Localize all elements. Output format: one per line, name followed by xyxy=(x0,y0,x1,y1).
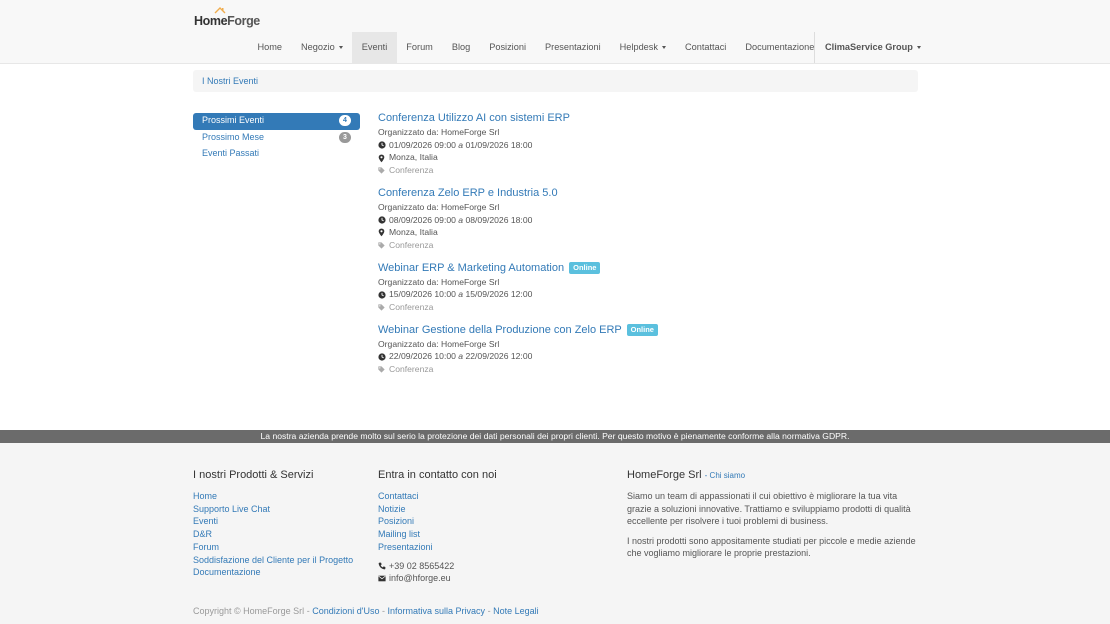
event-title[interactable]: Conferenza Utilizzo AI con sistemi ERP xyxy=(378,110,918,126)
terms-link[interactable]: Condizioni d'Uso xyxy=(312,606,379,616)
clock-icon xyxy=(378,353,387,361)
sidebar-item-prossimi-eventi[interactable]: Prossimi Eventi 4 xyxy=(193,113,360,130)
footer-products-column: I nostri Prodotti & Servizi Home Support… xyxy=(193,469,353,579)
footer-about-title: HomeForge Srl - Chi siamo xyxy=(627,469,746,481)
footer-link-dr[interactable]: D&R xyxy=(193,528,353,541)
event-item: Conferenza Zelo ERP e Industria 5.0 Orga… xyxy=(378,185,918,252)
event-organizer: Organizzato da: HomeForge Srl xyxy=(378,276,500,287)
event-item: Webinar Gestione della Produzione con Ze… xyxy=(378,322,918,376)
clock-icon xyxy=(378,291,387,299)
footer-phone: +39 02 8565422 xyxy=(378,560,497,573)
gdpr-notice: La nostra azienda prende molto sul serio… xyxy=(0,430,1110,443)
event-tag: Conferenza xyxy=(378,239,918,252)
footer-about-column: HomeForge Srl - Chi siamo Siamo un team … xyxy=(627,469,917,560)
event-item: Webinar ERP & Marketing Automation Onlin… xyxy=(378,260,918,314)
footer-link-home[interactable]: Home xyxy=(193,490,353,503)
count-badge: 4 xyxy=(339,115,351,126)
event-organizer: Organizzato da: HomeForge Srl xyxy=(378,201,500,212)
event-organizer: Organizzato da: HomeForge Srl xyxy=(378,127,500,137)
events-filter-sidebar: Prossimi Eventi 4 Prossimo Mese 3 Eventi… xyxy=(193,113,360,163)
footer: I nostri Prodotti & Servizi Home Support… xyxy=(0,443,1110,624)
events-list: Conferenza Utilizzo AI con sistemi ERP O… xyxy=(378,110,918,384)
clock-icon xyxy=(378,216,387,224)
footer-link-posizioni[interactable]: Posizioni xyxy=(378,515,497,528)
caret-down-icon xyxy=(661,46,666,50)
nav-forum[interactable]: Forum xyxy=(397,32,443,63)
nav-contattaci[interactable]: Contattaci xyxy=(675,32,735,63)
tag-icon xyxy=(378,167,387,174)
phone-icon xyxy=(378,562,387,570)
chi-siamo-link[interactable]: Chi siamo xyxy=(710,471,746,480)
clock-icon xyxy=(378,141,387,150)
event-location: Monza, Italia xyxy=(378,226,918,239)
footer-link-forum[interactable]: Forum xyxy=(193,541,353,554)
footer-contact-title: Entra in contatto con noi xyxy=(378,469,497,481)
nav-blog[interactable]: Blog xyxy=(442,32,479,63)
footer-link-mailing-list[interactable]: Mailing list xyxy=(378,528,497,541)
event-location: Monza, Italia xyxy=(378,151,918,164)
nav-helpdesk[interactable]: Helpdesk xyxy=(610,32,675,63)
event-title[interactable]: Conferenza Zelo ERP e Industria 5.0 xyxy=(378,185,918,201)
event-date: 15/09/2026 10:00 a 15/09/2026 12:00 xyxy=(378,288,918,301)
legal-notes-link[interactable]: Note Legali xyxy=(493,606,539,616)
footer-email: info@hforge.eu xyxy=(378,572,497,585)
event-date: 08/09/2026 09:00 a 08/09/2026 18:00 xyxy=(378,214,918,227)
nav-negozio[interactable]: Negozio xyxy=(292,32,353,63)
event-tag: Conferenza xyxy=(378,301,918,314)
footer-link-presentazioni[interactable]: Presentazioni xyxy=(378,541,497,554)
brand-logo[interactable]: HomeForge xyxy=(194,7,260,29)
nav-presentazioni[interactable]: Presentazioni xyxy=(536,32,611,63)
brand-name: HomeForge xyxy=(194,14,260,28)
online-badge: Online xyxy=(626,323,658,336)
footer-link-live-chat[interactable]: Supporto Live Chat xyxy=(193,503,353,516)
footer-link-documentazione[interactable]: Documentazione xyxy=(193,566,353,579)
event-item: Conferenza Utilizzo AI con sistemi ERP O… xyxy=(378,110,918,177)
event-date: 22/09/2026 10:00 a 22/09/2026 12:00 xyxy=(378,350,918,363)
footer-about-paragraph: Siamo un team di appassionati il cui obi… xyxy=(627,491,911,526)
breadcrumb: I Nostri Eventi xyxy=(193,70,918,92)
nav-posizioni[interactable]: Posizioni xyxy=(480,32,536,63)
company-menu[interactable]: ClimaService Group xyxy=(814,32,931,63)
footer-link-notizie[interactable]: Notizie xyxy=(378,503,497,516)
footer-products-title: I nostri Prodotti & Servizi xyxy=(193,469,314,481)
tag-icon xyxy=(378,304,387,311)
map-marker-icon xyxy=(378,228,387,237)
sidebar-item-prossimo-mese[interactable]: Prossimo Mese 3 xyxy=(193,130,360,147)
footer-about-paragraph-2: I nostri prodotti sono appositamente stu… xyxy=(627,535,916,559)
copyright: Copyright © HomeForge Srl - Condizioni d… xyxy=(193,606,539,616)
caret-down-icon xyxy=(338,46,343,50)
house-roof-icon xyxy=(214,7,226,14)
tag-icon xyxy=(378,242,387,249)
caret-down-icon xyxy=(916,46,921,50)
nav-eventi[interactable]: Eventi xyxy=(352,32,397,63)
top-navbar: HomeForge Home Negozio Eventi Forum Blog… xyxy=(0,0,1110,64)
breadcrumb-link[interactable]: I Nostri Eventi xyxy=(202,76,258,86)
nav-home[interactable]: Home xyxy=(248,32,292,63)
sidebar-item-eventi-passati[interactable]: Eventi Passati xyxy=(193,146,360,163)
privacy-link[interactable]: Informativa sulla Privacy xyxy=(388,606,486,616)
footer-link-contattaci[interactable]: Contattaci xyxy=(378,490,497,503)
event-title[interactable]: Webinar ERP & Marketing Automation Onlin… xyxy=(378,260,918,276)
count-badge: 3 xyxy=(339,131,351,143)
event-tag: Conferenza xyxy=(378,164,918,177)
footer-link-eventi[interactable]: Eventi xyxy=(193,515,353,528)
main-nav: Home Negozio Eventi Forum Blog Posizioni… xyxy=(248,32,824,63)
nav-documentazione[interactable]: Documentazione xyxy=(736,32,824,63)
event-title[interactable]: Webinar Gestione della Produzione con Ze… xyxy=(378,322,918,338)
footer-contact-column: Entra in contatto con noi Contattaci Not… xyxy=(378,469,497,585)
footer-link-soddisfazione[interactable]: Soddisfazione del Cliente per il Progett… xyxy=(193,554,353,567)
map-marker-icon xyxy=(378,154,387,163)
event-tag: Conferenza xyxy=(378,363,918,376)
event-organizer: Organizzato da: HomeForge Srl xyxy=(378,338,500,349)
tag-icon xyxy=(378,366,387,374)
envelope-icon xyxy=(378,575,387,582)
event-date: 01/09/2026 09:00 a 01/09/2026 18:00 xyxy=(378,139,918,152)
online-badge: Online xyxy=(569,261,601,274)
